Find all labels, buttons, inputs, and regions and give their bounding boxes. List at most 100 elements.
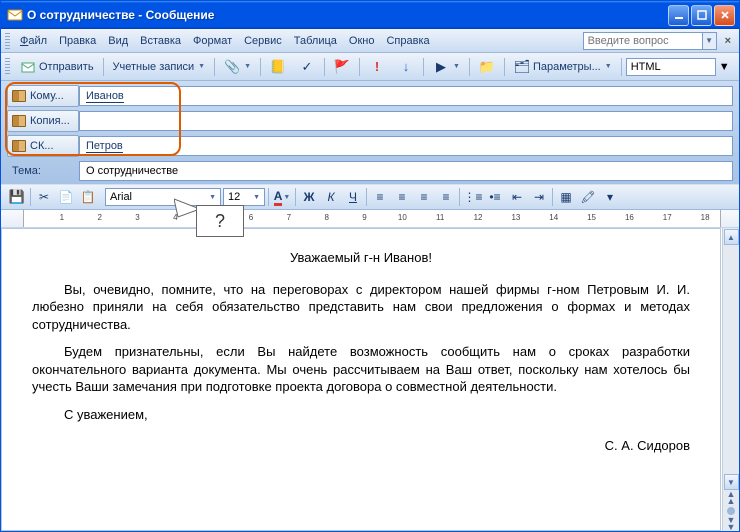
align-justify-button[interactable]: ≡ [436,187,456,207]
highlight-button[interactable]: 🖍 [578,187,598,207]
bcc-recipient: Петров [86,140,123,153]
cc-row: Копия... [7,110,733,132]
size-combo[interactable]: 12▼ [223,188,265,206]
close-pane-button[interactable]: × [721,35,735,47]
font-color-icon: A [274,189,283,206]
align-left-button[interactable]: ≡ [370,187,390,207]
menu-table[interactable]: Таблица [288,33,343,49]
scroll-down-button[interactable]: ▼ [724,474,739,490]
bcc-button[interactable]: СК... [7,135,79,157]
bcc-row: СК... Петров [7,135,733,157]
next-page-button[interactable]: ▼▼ [727,517,736,531]
ruler[interactable]: 123456789101112131415161718 [1,210,739,228]
permission-button[interactable]: 🚩 [329,56,355,78]
to-field[interactable]: Иванов [79,86,733,106]
body-paragraph: Вы, очевидно, помните, что на переговора… [32,281,690,334]
menu-format[interactable]: Формат [187,33,238,49]
align-right-icon: ≡ [420,190,427,204]
close-button[interactable] [714,5,735,26]
menu-help[interactable]: Справка [380,33,435,49]
underline-button[interactable]: Ч [343,187,363,207]
prev-page-button[interactable]: ▲▲ [727,491,736,505]
more-button[interactable]: ▾ [600,187,620,207]
save-icon: 💾 [9,189,25,205]
format-select-dropdown[interactable]: ▼ [719,61,730,73]
numbered-list-button[interactable]: ⋮≡ [463,187,483,207]
menu-window[interactable]: Окно [343,33,381,49]
insert-button[interactable]: ▦ [556,187,576,207]
help-search-input[interactable] [583,32,703,50]
menu-file[interactable]: Файл [14,33,53,49]
email-compose-window: О сотрудничестве - Сообщение Файл Правка… [0,0,740,532]
align-center-icon: ≡ [398,190,405,204]
paste-button[interactable]: 📋 [78,187,98,207]
send-button[interactable]: Отправить [15,56,99,78]
message-body[interactable]: Уважаемый г-н Иванов! Вы, очевидно, помн… [2,229,720,475]
bulletlist-icon: •≡ [489,190,500,204]
attach-button[interactable]: 📎▼ [219,56,256,78]
paste-icon: 📋 [81,190,96,204]
importance-low-button[interactable]: ↓ [393,56,419,78]
to-button[interactable]: Кому... [7,85,79,107]
exclaim-icon: ! [369,59,385,75]
format-select[interactable] [626,58,716,76]
cc-field[interactable] [79,111,733,131]
gear-icon: 🗂 [514,59,530,75]
indent-button[interactable]: ⇥ [529,187,549,207]
body-signature: С. А. Сидоров [32,437,690,455]
menu-edit[interactable]: Правка [53,33,102,49]
font-color-button[interactable]: A▼ [272,187,292,207]
check-names-button[interactable]: ✓ [294,56,320,78]
book-icon [12,90,26,102]
copy-button[interactable]: 📄 [56,187,76,207]
minimize-button[interactable] [668,5,689,26]
save-button[interactable]: 💾 [7,187,27,207]
font-combo[interactable]: Arial▼ [105,188,221,206]
toolbar-grip[interactable] [5,33,10,49]
format-toolbar: 💾 ✂ 📄 📋 Arial▼ 12▼ A▼ Ж К Ч ≡ ≡ ≡ ≡ ⋮≡ •… [1,184,739,210]
importance-high-button[interactable]: ! [364,56,390,78]
align-center-button[interactable]: ≡ [392,187,412,207]
body-greeting: Уважаемый г-н Иванов! [32,249,690,267]
help-search-dropdown[interactable]: ▼ [703,32,717,50]
cut-button[interactable]: ✂ [34,187,54,207]
align-left-icon: ≡ [376,190,383,204]
menu-view[interactable]: Вид [102,33,134,49]
folder-icon: 📁 [479,59,495,75]
bcc-field[interactable]: Петров [79,136,733,156]
flag-icon: ▶ [433,59,449,75]
toolbar-grip[interactable] [5,58,10,76]
bold-button[interactable]: Ж [299,187,319,207]
subject-field[interactable] [79,161,733,181]
accounts-button[interactable]: Учетные записи▼ [108,58,211,76]
subject-row: Тема: [7,160,733,182]
titlebar: О сотрудничестве - Сообщение [1,1,739,29]
scroll-up-button[interactable]: ▲ [724,229,739,245]
to-row: Кому... Иванов [7,85,733,107]
menu-service[interactable]: Сервис [238,33,288,49]
address-book-button[interactable]: 📒 [265,56,291,78]
arrow-down-icon: ↓ [398,59,414,75]
menubar: Файл Правка Вид Вставка Формат Сервис Та… [1,29,739,53]
document-area: Уважаемый г-н Иванов! Вы, очевидно, помн… [1,228,739,531]
underline-icon: Ч [349,190,357,204]
book-icon [12,140,26,152]
chevron-down-icon: ▼ [198,63,205,70]
italic-button[interactable]: К [321,187,341,207]
signature-button[interactable]: 📁 [474,56,500,78]
options-button[interactable]: 🗂 Параметры...▼ [509,56,617,78]
cc-button[interactable]: Копия... [7,110,79,132]
ruler-track: 123456789101112131415161718 [23,210,721,227]
follow-up-button[interactable]: ▶▼ [428,56,465,78]
align-right-button[interactable]: ≡ [414,187,434,207]
browse-object-button[interactable] [727,507,735,515]
app-icon [7,7,23,23]
menu-insert[interactable]: Вставка [134,33,187,49]
italic-icon: К [327,190,334,204]
maximize-button[interactable] [691,5,712,26]
main-toolbar: Отправить Учетные записи▼ 📎▼ 📒 ✓ 🚩 ! ↓ ▶… [1,53,739,81]
outdent-button[interactable]: ⇤ [507,187,527,207]
vertical-scrollbar[interactable]: ▲ ▼ ▲▲ ▼▼ [722,228,739,531]
bullet-list-button[interactable]: •≡ [485,187,505,207]
highlight-icon: 🖍 [580,190,595,204]
